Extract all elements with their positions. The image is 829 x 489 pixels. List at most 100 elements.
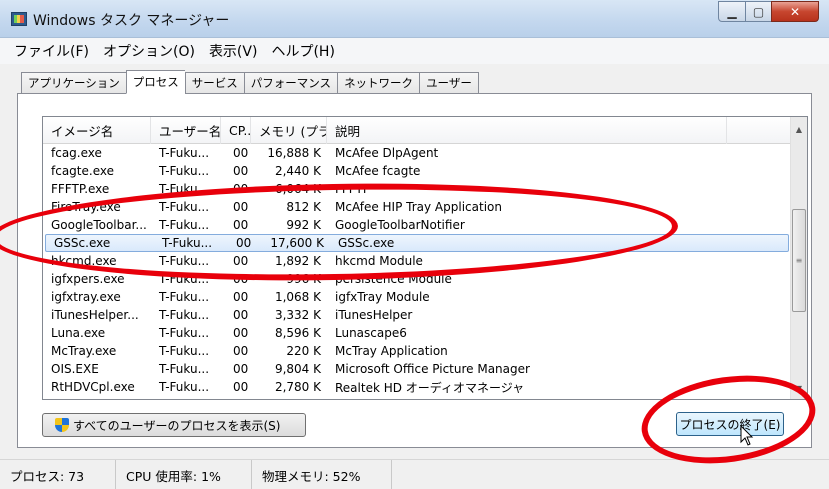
table-row[interactable]: igfxpers.exe T-Fuku... 00 996 K persistence …: [43, 270, 791, 288]
process-cpu: 00: [233, 164, 249, 178]
process-user: T-Fuku...: [159, 326, 210, 340]
end-process-button[interactable]: プロセスの終了(E): [676, 412, 784, 436]
process-cpu: 00: [233, 146, 249, 160]
process-image-name: FireTray.exe: [51, 200, 121, 214]
process-user: T-Fuku...: [159, 362, 210, 376]
maximize-button[interactable]: ▢: [745, 1, 772, 22]
process-image-name: FFFTP.exe: [51, 182, 110, 196]
tab-processes[interactable]: プロセス: [125, 70, 185, 94]
process-memory: 8,596 K: [274, 326, 321, 340]
table-row[interactable]: FFFTP.exe T-Fuku... 00 6,064 K FFFTP: [43, 180, 791, 198]
process-image-name: igfxpers.exe: [51, 272, 125, 286]
process-user: T-Fuku...: [159, 182, 210, 196]
status-physical-memory: 物理メモリ: 52%: [252, 460, 392, 489]
show-all-users-label: すべてのユーザーのプロセスを表示(S): [73, 418, 281, 433]
scroll-down-icon[interactable]: ▼: [791, 380, 807, 397]
process-user: T-Fuku...: [159, 200, 210, 214]
process-memory: 16,888 K: [267, 146, 321, 160]
process-user: T-Fuku...: [159, 164, 210, 178]
process-image-name: RtHDVCpl.exe: [51, 380, 135, 394]
table-row[interactable]: GSSc.exe T-Fuku... 00 17,600 K GSSc.exe: [45, 234, 789, 252]
process-user: T-Fuku...: [159, 344, 210, 358]
process-memory: 812 K: [286, 200, 321, 214]
table-row[interactable]: hkcmd.exe T-Fuku... 00 1,892 K hkcmd Module: [43, 252, 791, 270]
process-user: T-Fuku...: [159, 272, 210, 286]
process-description: McTray Application: [335, 344, 448, 358]
scroll-thumb[interactable]: ≡: [792, 209, 806, 312]
process-image-name: GSSc.exe: [54, 236, 111, 250]
process-cpu: 00: [236, 236, 252, 250]
process-memory: 992 K: [286, 218, 321, 232]
process-user: T-Fuku...: [159, 290, 210, 304]
menu-bar: ファイル(F) オプション(O) 表示(V) ヘルプ(H): [0, 38, 829, 64]
table-row[interactable]: fcagte.exe T-Fuku... 00 2,440 K McAfee fcagt…: [43, 162, 791, 180]
process-memory: 6,064 K: [274, 182, 321, 196]
column-cpu[interactable]: CP...: [221, 117, 251, 144]
process-description: hkcmd Module: [335, 254, 423, 268]
process-description: igfxTray Module: [335, 290, 430, 304]
process-memory: 2,780 K: [274, 380, 321, 394]
table-row[interactable]: fcag.exe T-Fuku... 00 16,888 K McAfee DlpAge…: [43, 144, 791, 162]
status-process-count: プロセス: 73: [0, 460, 116, 489]
table-row[interactable]: Luna.exe T-Fuku... 00 8,596 K Lunascape6: [43, 324, 791, 342]
process-cpu: 00: [233, 362, 249, 376]
process-description: FFFTP: [335, 182, 371, 196]
process-user: T-Fuku...: [162, 236, 213, 250]
process-cpu: 00: [233, 254, 249, 268]
close-icon: ✕: [789, 4, 801, 19]
tab-services[interactable]: サービス: [184, 72, 244, 94]
menu-view[interactable]: 表示(V): [209, 41, 258, 61]
column-memory[interactable]: メモリ (プラ...: [251, 117, 327, 144]
process-list[interactable]: イメージ名 ユーザー名 CP... メモリ (プラ... 説明 fcag.exe…: [42, 116, 808, 400]
table-row[interactable]: OIS.EXE T-Fuku... 00 9,804 K Microsoft Offic…: [43, 360, 791, 378]
tab-networking[interactable]: ネットワーク: [337, 72, 420, 94]
process-image-name: Luna.exe: [51, 326, 106, 340]
table-row[interactable]: McTray.exe T-Fuku... 00 220 K McTray Applica…: [43, 342, 791, 360]
process-description: McAfee HIP Tray Application: [335, 200, 502, 214]
process-cpu: 00: [233, 182, 249, 196]
process-description: Microsoft Office Picture Manager: [335, 362, 530, 376]
table-row[interactable]: GoogleToolbar... T-Fuku... 00 992 K GoogleTo…: [43, 216, 791, 234]
process-memory: 1,892 K: [274, 254, 321, 268]
process-memory: 3,332 K: [274, 308, 321, 322]
table-row[interactable]: RtHDVCpl.exe T-Fuku... 00 2,780 K Realtek HD…: [43, 378, 791, 396]
tab-users[interactable]: ユーザー: [419, 72, 479, 94]
scroll-up-icon[interactable]: ▲: [791, 121, 807, 138]
table-row[interactable]: igfxtray.exe T-Fuku... 00 1,068 K igfxTray M…: [43, 288, 791, 306]
task-manager-icon: [11, 12, 27, 26]
column-user-name[interactable]: ユーザー名: [151, 117, 221, 144]
menu-options[interactable]: オプション(O): [103, 41, 195, 61]
process-image-name: igfxtray.exe: [51, 290, 121, 304]
column-description[interactable]: 説明: [327, 117, 727, 144]
minimize-button[interactable]: ▁: [718, 1, 746, 22]
tab-applications[interactable]: アプリケーション: [21, 72, 126, 94]
table-row[interactable]: iTunesHelper... T-Fuku... 00 3,332 K iTunesH…: [43, 306, 791, 324]
process-memory: 2,440 K: [274, 164, 321, 178]
process-rows: fcag.exe T-Fuku... 00 16,888 K McAfee DlpAge…: [43, 144, 791, 396]
column-image-name[interactable]: イメージ名: [43, 117, 151, 144]
process-image-name: OIS.EXE: [51, 362, 99, 376]
process-description: persistence Module: [335, 272, 452, 286]
process-image-name: fcagte.exe: [51, 164, 114, 178]
process-cpu: 00: [233, 308, 249, 322]
process-user: T-Fuku...: [159, 218, 210, 232]
process-description: McAfee DlpAgent: [335, 146, 439, 160]
process-image-name: fcag.exe: [51, 146, 102, 160]
status-bar: プロセス: 73 CPU 使用率: 1% 物理メモリ: 52%: [0, 459, 829, 489]
process-memory: 9,804 K: [274, 362, 321, 376]
uac-shield-icon: [55, 418, 69, 432]
tab-performance[interactable]: パフォーマンス: [243, 72, 338, 94]
show-all-users-button[interactable]: すべてのユーザーのプロセスを表示(S): [42, 413, 306, 437]
process-memory: 996 K: [286, 272, 321, 286]
menu-file[interactable]: ファイル(F): [14, 41, 89, 61]
process-image-name: iTunesHelper...: [51, 308, 139, 322]
table-row[interactable]: FireTray.exe T-Fuku... 00 812 K McAfee HIP T…: [43, 198, 791, 216]
process-cpu: 00: [233, 290, 249, 304]
menu-help[interactable]: ヘルプ(H): [271, 41, 334, 61]
process-description: Lunascape6: [335, 326, 407, 340]
process-cpu: 00: [233, 218, 249, 232]
vertical-scrollbar[interactable]: ▲ ≡ ▼: [790, 117, 807, 399]
task-manager-window: Windows タスク マネージャー ▁ ▢ ✕ ファイル(F) オプション(O…: [0, 0, 829, 489]
close-button[interactable]: ✕: [771, 1, 819, 22]
title-bar[interactable]: Windows タスク マネージャー ▁ ▢ ✕: [0, 0, 829, 38]
